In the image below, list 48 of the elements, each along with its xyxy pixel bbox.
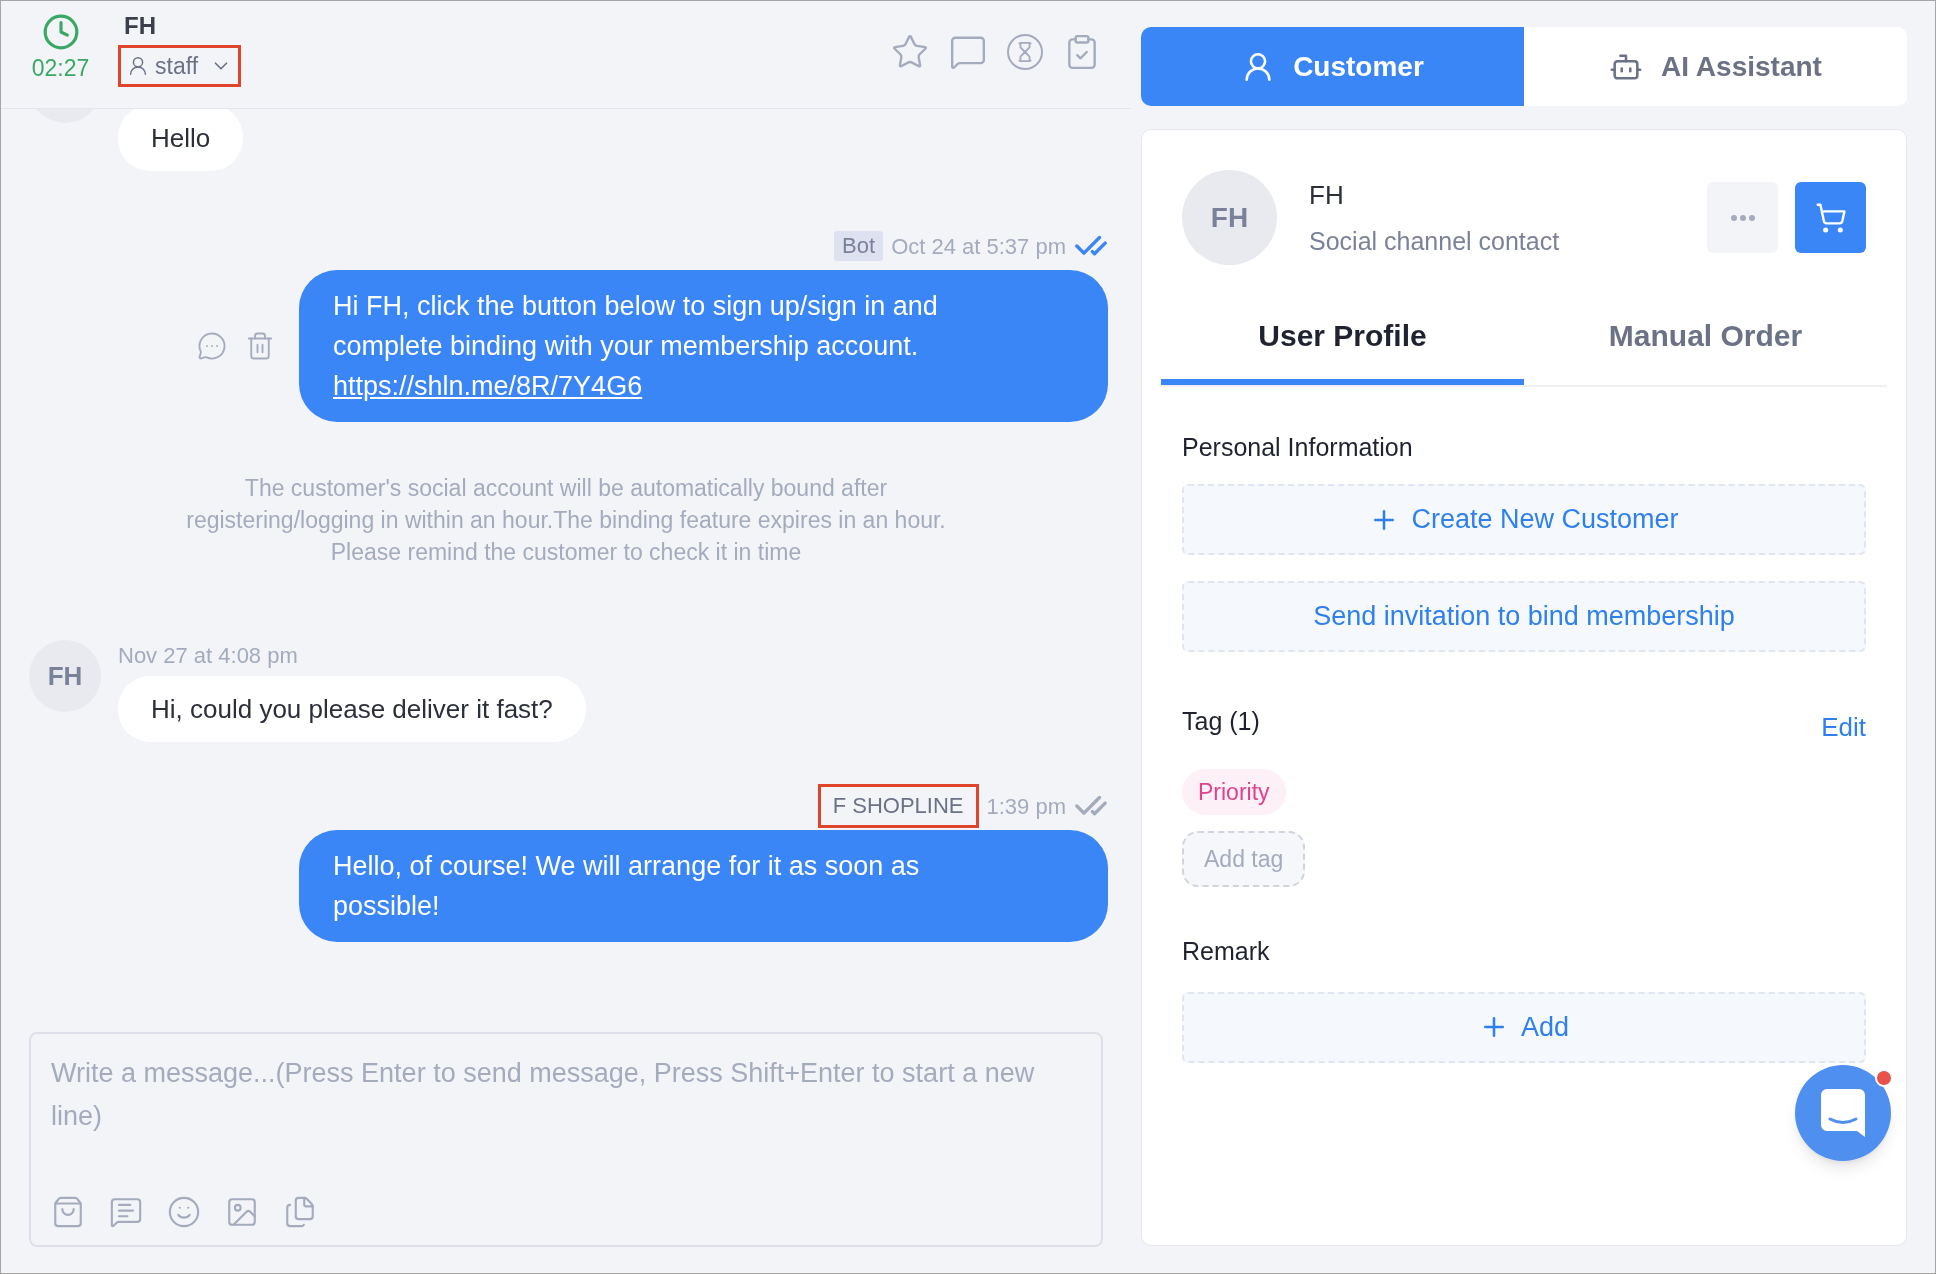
message-link[interactable]: https://shln.me/8R/7Y4G6 [333,371,643,401]
more-icon [1730,214,1755,221]
chat-bubble-icon [1821,1089,1865,1137]
delete-icon[interactable] [245,331,275,361]
cart-button[interactable] [1795,182,1866,253]
message-bubble: Hello, of course! We will arrange for it as soon as possible! [299,830,1108,942]
dashed-action-button[interactable]: Send invitation to bind membership [1182,581,1866,652]
section-title: Personal Information [1182,432,1414,463]
message-composer[interactable]: Write a message...(Press Enter to send message, Press Shift+Enter to start a new line) [29,1032,1103,1247]
profile-tab[interactable]: User Profile [1161,291,1524,385]
customer-name: FH [1309,178,1345,212]
message-input[interactable]: Write a message...(Press Enter to send message, Press Shift+Enter to start a new line) [51,1052,1081,1195]
message-bubble: Hi FH, click the button below to sign up/sign in and complete binding with your membership account. https://shln.me/8R/7Y4G6 [299,270,1108,422]
sender-name: F SHOPLINE [817,784,979,828]
timer: 02:27 [31,54,90,83]
section-title: Tag (1) [1182,705,1260,737]
quick-reply-icon[interactable] [109,1195,143,1229]
product-icon[interactable] [51,1195,85,1229]
emoji-icon[interactable] [167,1195,201,1229]
sender-name: Bot [834,231,884,261]
tag-chip: Priority [1182,769,1286,815]
template-icon[interactable] [283,1195,317,1229]
assignee-dropdown[interactable]: staff [118,45,242,87]
customer-subtitle: Social channel contact [1309,225,1560,257]
message-time: Oct 24 at 5:37 pm [891,232,1066,261]
timer-icon [41,13,80,51]
avatar: FH [29,640,101,712]
message-time: Nov 27 at 4:08 pm [118,642,299,670]
cart-icon [1814,201,1847,234]
edit-link[interactable]: Edit [1821,708,1866,747]
contact-name: FH [123,11,157,41]
add-tag-button[interactable]: Add tag [1182,831,1306,887]
reply-icon[interactable] [197,331,227,361]
dashed-action-button[interactable]: Create New Customer [1182,484,1866,555]
user-icon [127,55,149,77]
star-icon[interactable] [891,33,929,71]
section-title: Remark [1182,936,1271,967]
binding-notice: The customer's social account will be automatically bound after registering/logging in within an hour.The binding feature expires in an hour. Please remind the customer to check it in time [185,474,947,567]
more-button[interactable] [1707,182,1778,253]
avatar: FH [1182,170,1277,265]
panel-tab[interactable]: Customer [1141,27,1524,106]
add-remark-button[interactable]: Add [1182,991,1866,1063]
snooze-icon[interactable] [1007,34,1043,70]
image-icon[interactable] [225,1195,259,1229]
profile-tab[interactable]: Manual Order [1524,291,1887,385]
message-bubble: Hello [118,109,244,171]
message-bubble: Hi, could you please deliver it fast? [118,676,586,742]
message-time: 1:39 pm [986,792,1066,821]
